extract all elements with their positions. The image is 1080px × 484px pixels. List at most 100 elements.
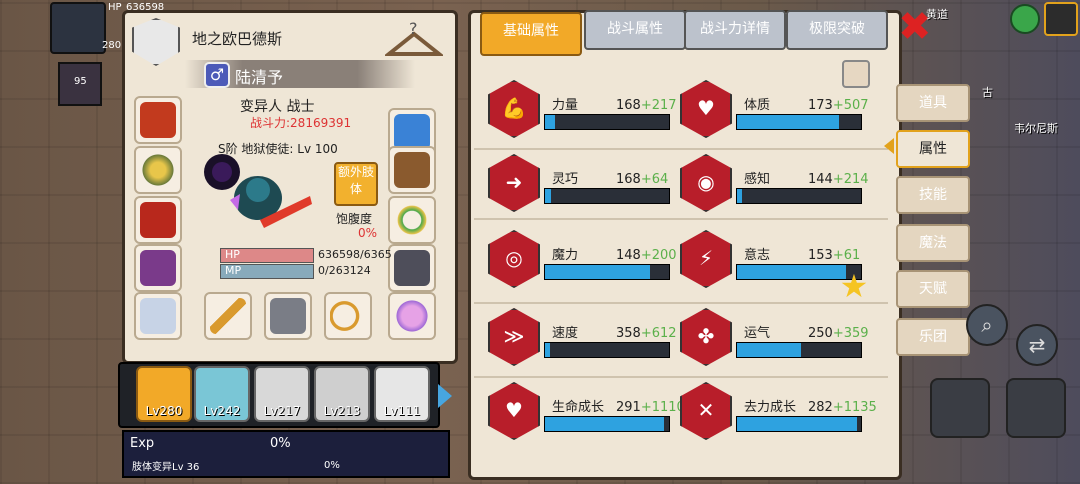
side-tab-band[interactable]: 乐团 [896,318,970,356]
equip-slot-weapon-2[interactable] [264,292,312,340]
stat-base: 153 [808,248,833,263]
stat-value: 153+61 [808,244,860,263]
tab-power-details[interactable]: 战斗力详情 [684,10,786,50]
stat-base: 250 [808,326,833,341]
stat-progress-bar [544,342,670,358]
party-member-4[interactable]: Lv213 [314,366,370,422]
potion-icon[interactable] [842,60,870,88]
stat-label: 生命成长 [552,400,605,415]
equip-slot-boots[interactable] [388,244,436,292]
stat-label: 体质 [744,98,771,113]
leg-armor-icon [140,250,176,286]
stat-progress-fill [545,115,555,129]
amulet-icon [140,152,176,188]
stat-value: 250+359 [808,322,869,341]
hp-value: 636598/6365 [318,248,392,261]
extra-limb-button[interactable]: 额外肢体 [334,162,378,206]
stat-glyph: ✤ [697,324,715,348]
side-tab-talents[interactable]: 天赋 [896,270,970,308]
stat-progress-bar [736,416,862,432]
party-next-arrow-icon[interactable] [438,384,452,408]
stat-bonus: +217 [640,98,677,113]
stat-glyph: ♥ [697,96,715,120]
equip-slot-helmet[interactable] [134,96,182,144]
party-member-5[interactable]: Lv111 [374,366,430,422]
equip-slot-armor[interactable] [134,196,182,244]
party-member-level: Lv213 [323,404,361,418]
stat-glyph: ≫ [503,324,525,348]
mp-label: MP [225,264,242,277]
party-member-3[interactable]: Lv217 [254,366,310,422]
hp-label: HP [225,248,240,261]
stat-label: 感知 [744,172,771,187]
gender-male-icon: ♂ [204,62,230,88]
stat-glyph: ⚡ [698,246,714,270]
side-tab-magic[interactable]: 魔法 [896,224,970,262]
mp-bar: MP [220,264,314,279]
stat-label: 魔力 [552,248,579,263]
stat-bonus: +507 [832,98,869,113]
equip-slot-gloves[interactable] [388,146,436,194]
combat-power: 战斗力:28169391 [250,116,352,130]
equip-slot-pet[interactable] [134,292,182,340]
expand-icon[interactable] [1044,2,1078,36]
globe-icon[interactable] [1010,4,1040,34]
stat-progress-bar [736,114,862,130]
stat-base: 282 [808,400,833,415]
gauntlet-icon [394,152,430,188]
equip-slot-ring[interactable] [388,196,436,244]
swap-icon[interactable]: ⇄ [1016,324,1058,366]
stat-label: 运气 [744,326,771,341]
side-tab-attributes[interactable]: 属性 [896,130,970,168]
party-member-level: Lv242 [203,404,241,418]
stat-progress-fill [737,343,802,357]
equip-slot-weapon-3[interactable] [324,292,372,340]
bow-icon [330,298,366,334]
pet-level: 95 [74,76,87,87]
equip-slot-charm[interactable] [388,292,436,340]
stat-bonus: +359 [832,326,869,341]
stat-progress-bar [736,342,862,358]
stat-base: 168 [616,172,641,187]
stat-bonus: +1110 [640,400,685,415]
row-divider [474,302,888,304]
side-tab-skills[interactable]: 技能 [896,176,970,214]
limb-mutation-percent: 0% [324,460,340,471]
party-member-2[interactable]: Lv242 [194,366,250,422]
stat-glyph: ◎ [505,246,523,270]
row-divider [474,148,888,150]
stat-base: 148 [616,248,641,263]
bow-skill-button[interactable] [1006,378,1066,438]
side-tab-items[interactable]: 道具 [896,84,970,122]
party-member-1[interactable]: Lv280 [136,366,192,422]
tab-limit-break[interactable]: 极限突破 [786,10,888,50]
star-icon[interactable]: ★ [838,270,870,302]
zoom-icon[interactable]: ⌕ [966,304,1008,346]
player-avatar[interactable] [50,2,106,54]
wardrobe-hanger-button[interactable]: ? [383,19,445,60]
equip-slot-necklace[interactable] [134,146,182,194]
stat-bonus: +214 [832,172,869,187]
equip-slot-weapon-1[interactable] [204,292,252,340]
stat-base: 358 [616,326,641,341]
sword-skill-button[interactable] [930,378,990,438]
stat-label: 速度 [552,326,579,341]
equip-slot-legs[interactable] [134,244,182,292]
stat-glyph: ✕ [697,398,715,422]
shield-icon [270,298,306,334]
tab-combat-attributes[interactable]: 战斗属性 [584,10,686,50]
stat-value: 168+64 [616,168,668,187]
stat-glyph: ◉ [697,170,715,194]
armor-icon [140,202,176,238]
satiety-label: 饱腹度 [336,212,373,226]
tab-basic-attributes[interactable]: 基础属性 [480,12,582,56]
stat-bonus: +61 [832,248,861,263]
party-member-level: Lv217 [263,404,301,418]
character-name: 陆清予 [235,68,284,87]
stat-bonus: +612 [640,326,677,341]
stat-bonus: +1135 [832,400,877,415]
map-town-label: 韦尔尼斯 [1014,122,1058,135]
map-label: 黄道 [926,8,948,21]
stat-progress-fill [545,265,651,279]
stat-progress-bar [544,416,670,432]
